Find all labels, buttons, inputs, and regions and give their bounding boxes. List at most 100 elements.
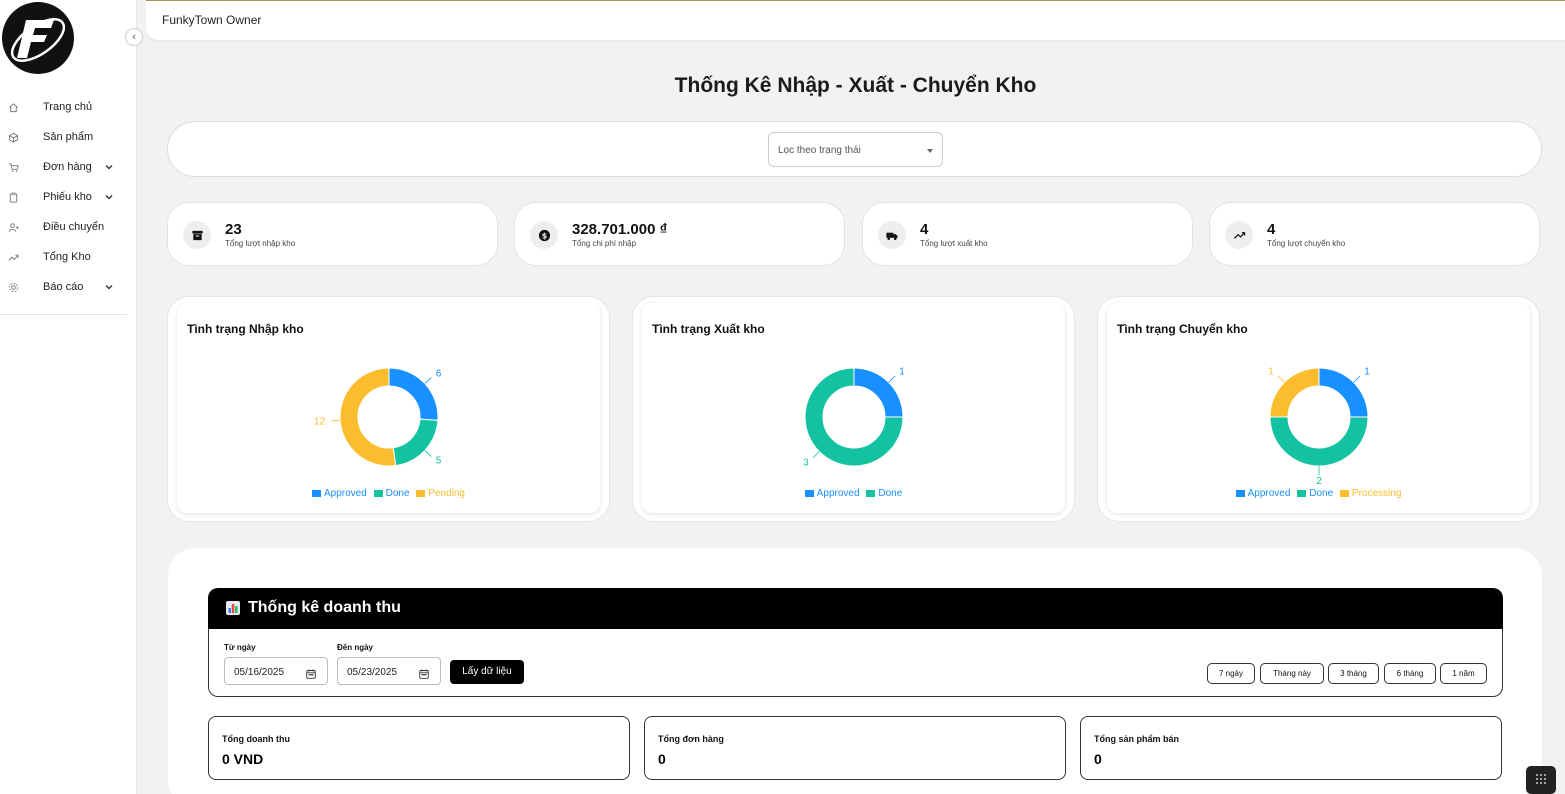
donut-slice-approved[interactable]: [853, 367, 904, 418]
sidebar-item-label: Trang chủ: [43, 101, 93, 113]
sidebar-item-home[interactable]: Trang chủ: [0, 92, 136, 122]
data-label-pending: 12: [314, 416, 326, 427]
summary-value: 0: [658, 751, 666, 767]
donut-slice-approved[interactable]: [1318, 367, 1369, 418]
donut-chart-import: 6 5 12: [314, 367, 442, 467]
stat-value: 23: [225, 221, 242, 238]
bar-chart-icon: [226, 601, 240, 615]
legend-item-approved[interactable]: Approved: [804, 488, 860, 499]
sidebar-item-label: Điều chuyển: [43, 221, 105, 233]
revenue-section: Thống kê doanh thu Từ ngày 05/16/2025 Đế…: [168, 548, 1542, 794]
legend-swatch: [866, 490, 876, 497]
revenue-title: Thống kê doanh thu: [248, 599, 401, 616]
trend-icon: [6, 250, 20, 264]
data-label-approved: 1: [899, 367, 905, 378]
legend-item-done[interactable]: Done: [866, 488, 902, 499]
to-date-label: Đến ngày: [337, 643, 374, 652]
chart-panel: Tình trạng Chuyển kho 121 Approved Done …: [1107, 303, 1530, 513]
collapse-sidebar-button[interactable]: ‹: [125, 28, 143, 46]
page-title: Thống Kê Nhập - Xuất - Chuyển Kho: [674, 74, 1037, 97]
legend-label: Approved: [1247, 488, 1291, 499]
brand-logo[interactable]: [2, 2, 74, 74]
donut-slice-done[interactable]: [392, 418, 439, 467]
donut-slice-done[interactable]: [1269, 416, 1369, 467]
status-filter-select[interactable]: Lọc theo trạng thái: [768, 132, 943, 167]
status-filter-placeholder: Lọc theo trạng thái: [778, 145, 861, 156]
stat-card-transfers: 4 Tổng lượt chuyển kho: [1209, 202, 1540, 266]
range-6-months-button[interactable]: 6 tháng: [1384, 663, 1436, 684]
to-date-value: 05/23/2025: [347, 667, 398, 678]
stat-label: Tổng lượt xuất kho: [920, 239, 988, 248]
chart-card-transfer-status: Tình trạng Chuyển kho 121 Approved Done …: [1097, 296, 1540, 522]
legend-label: Done: [878, 488, 903, 499]
legend-swatch: [1297, 490, 1307, 497]
caret-down-icon: [927, 149, 933, 153]
chevron-down-icon: [103, 281, 115, 293]
sidebar-item-transfer[interactable]: Điều chuyển: [0, 212, 136, 242]
legend-item-done[interactable]: Done: [373, 488, 410, 499]
data-label-done: 5: [436, 456, 442, 467]
revenue-filter-form: Từ ngày 05/16/2025 Đến ngày 05/23/2025 L…: [208, 629, 1503, 697]
leader-line-pending: [331, 419, 341, 422]
to-date-input[interactable]: 05/23/2025: [337, 657, 441, 685]
sidebar-divider: [0, 314, 127, 315]
clipboard-icon: [6, 190, 20, 204]
filter-bar: Lọc theo trạng thái: [167, 121, 1542, 177]
sidebar-item-reports[interactable]: Báo cáo: [0, 272, 136, 302]
summary-value: 0 VND: [222, 751, 264, 767]
data-label-approved: 6: [436, 368, 442, 379]
logo-icon: [10, 18, 66, 62]
gear-icon: [6, 280, 20, 294]
sidebar-item-products[interactable]: Sản phẩm: [0, 122, 136, 152]
fetch-data-button[interactable]: Lấy dữ liệu: [450, 660, 524, 684]
sidebar-item-orders[interactable]: Đơn hàng: [0, 152, 136, 182]
range-this-month-button[interactable]: Tháng này: [1260, 663, 1324, 684]
user-transfer-icon: [6, 220, 20, 234]
data-label-processing: 1: [1268, 367, 1274, 378]
range-1-year-button[interactable]: 1 năm: [1440, 663, 1487, 684]
box-icon: [6, 130, 20, 144]
sidebar-item-label: Báo cáo: [43, 281, 84, 293]
chart-legend: Approved Done: [642, 488, 1065, 500]
chart-legend: Approved Done Pending: [177, 488, 600, 500]
app-title: FunkyTown Owner: [162, 13, 262, 27]
truck-icon: [878, 221, 906, 249]
legend-label: Done: [1309, 488, 1334, 499]
legend-item-processing[interactable]: Processing: [1339, 488, 1401, 499]
stat-card-exports: 4 Tổng lượt xuất kho: [862, 202, 1193, 266]
main-content: Thống Kê Nhập - Xuất - Chuyển Kho Lọc th…: [146, 52, 1565, 794]
chart-panel: Tình trạng Xuất kho 13 Approved Done: [642, 303, 1065, 513]
legend-label: Pending: [428, 488, 465, 499]
donut-slice-approved[interactable]: [388, 367, 439, 421]
legend-item-done[interactable]: Done: [1297, 488, 1333, 499]
legend-item-approved[interactable]: Approved: [312, 488, 367, 499]
from-date-input[interactable]: 05/16/2025: [224, 657, 328, 685]
range-3-months-button[interactable]: 3 tháng: [1328, 663, 1379, 684]
leader-line-approved: [888, 375, 896, 383]
legend-swatch: [804, 490, 814, 497]
range-7-days-button[interactable]: 7 ngày: [1207, 663, 1255, 684]
legend-item-pending[interactable]: Pending: [416, 488, 465, 499]
legend-swatch: [1339, 490, 1349, 497]
summary-card-revenue: Tổng doanh thu 0 VND: [208, 716, 630, 780]
summary-card-orders: Tổng đơn hàng 0: [644, 716, 1066, 780]
donut-slice-processing[interactable]: [1269, 367, 1320, 418]
leader-line-done: [812, 451, 820, 459]
legend-item-approved[interactable]: Approved: [1235, 488, 1291, 499]
stat-value: 4: [1267, 221, 1276, 238]
chart-legend: Approved Done Processing: [1107, 488, 1530, 500]
calendar-icon[interactable]: [306, 666, 316, 679]
corner-widget-button[interactable]: [1526, 766, 1556, 794]
data-label-approved: 1: [1364, 367, 1370, 378]
from-date-value: 05/16/2025: [234, 667, 285, 678]
donut-slice-pending[interactable]: [339, 367, 397, 467]
sidebar-item-warehouse-slips[interactable]: Phiếu kho: [0, 182, 136, 212]
archive-icon: [183, 221, 211, 249]
chevron-down-icon: [103, 161, 115, 173]
calendar-icon[interactable]: [419, 666, 429, 679]
sidebar-item-total-warehouse[interactable]: Tổng Kho: [0, 242, 136, 272]
stat-card-imports: 23 Tổng lượt nhập kho: [167, 202, 498, 266]
stat-value: 4: [920, 221, 929, 238]
leader-line-approved: [424, 377, 432, 384]
trend-up-icon: [1225, 221, 1253, 249]
